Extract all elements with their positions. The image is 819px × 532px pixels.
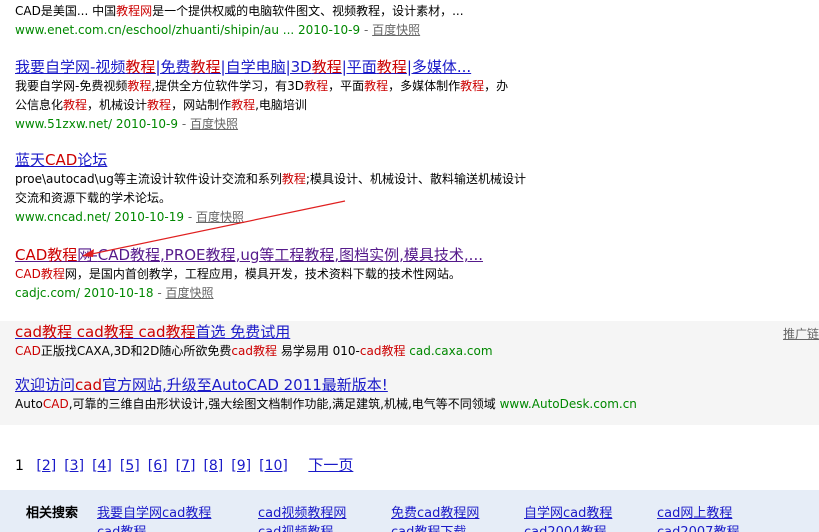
annotation-arrow [82, 200, 346, 257]
annotation-arrow-head [82, 249, 94, 257]
annotation-arrow-line [86, 200, 346, 256]
